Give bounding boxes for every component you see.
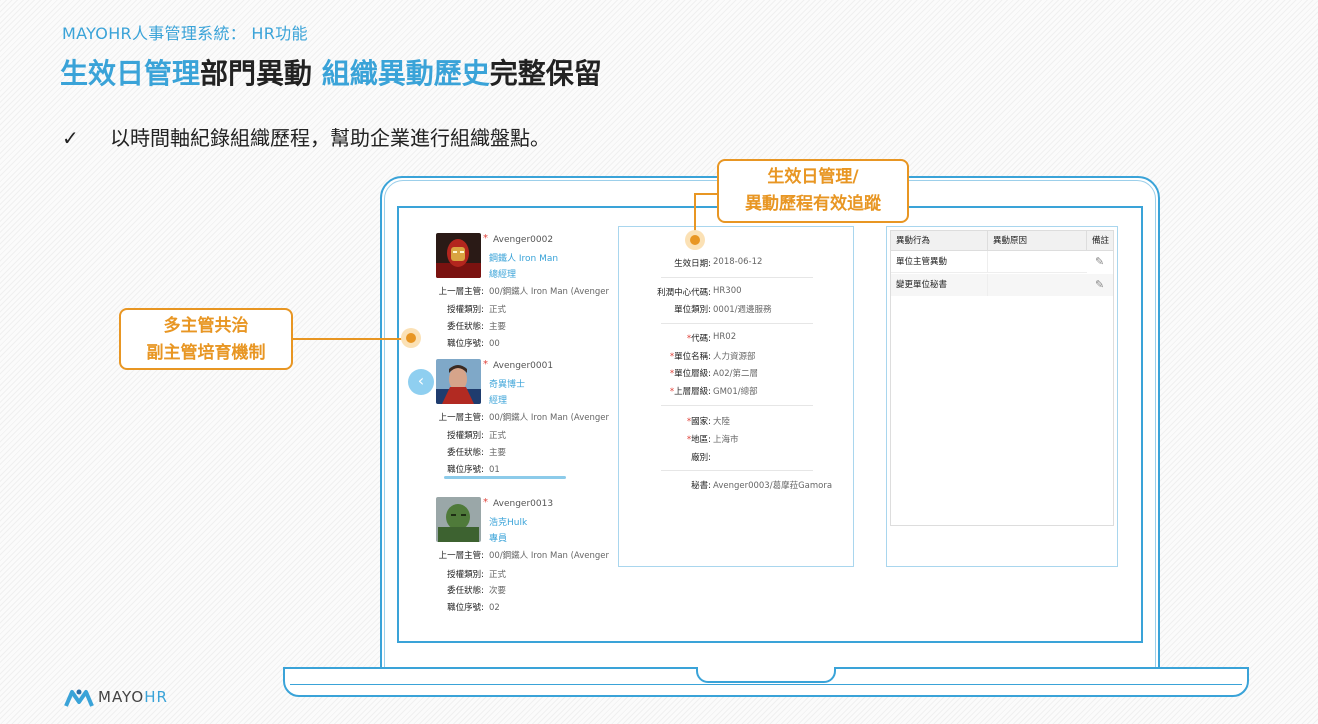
table-row-reason bbox=[988, 251, 1087, 273]
field-position-number: 職位序號: 00 bbox=[447, 339, 500, 349]
required-dot: * bbox=[483, 233, 488, 244]
callout-connector bbox=[694, 193, 718, 195]
divider bbox=[661, 277, 813, 278]
callout-connector bbox=[292, 338, 406, 340]
mayohr-logo: MAYOHR bbox=[64, 686, 184, 708]
employee-title: 經理 bbox=[489, 396, 508, 406]
change-history-table: 異動行為 異動原因 備註 單位主管異動 ✎ 變更單位秘書 ✎ bbox=[890, 230, 1114, 526]
field-auth-type: 授權類別: 正式 bbox=[447, 431, 507, 441]
callout-line: 生效日管理/ bbox=[767, 167, 859, 187]
field-supervisor: 上一層主管: 00/鋼鐵人 Iron Man (Avenger bbox=[438, 287, 610, 297]
logo-icon bbox=[64, 689, 94, 707]
employee-title: 總經理 bbox=[489, 270, 517, 280]
edit-icon[interactable]: ✎ bbox=[1095, 278, 1104, 291]
selected-indicator bbox=[444, 476, 566, 479]
required-dot: * bbox=[483, 359, 488, 370]
field-supervisor: 上一層主管: 00/鋼鐵人 Iron Man (Avenger bbox=[438, 551, 610, 561]
employee-name-link[interactable]: 奇異博士 bbox=[489, 377, 525, 390]
employee-id: Avenger0013 bbox=[493, 499, 554, 509]
divider bbox=[661, 405, 813, 406]
field-appointment-status: 委任狀態: 次要 bbox=[447, 586, 507, 596]
callout-line: 多主管共治 bbox=[163, 316, 249, 336]
edit-icon[interactable]: ✎ bbox=[1095, 255, 1104, 268]
avatar bbox=[436, 359, 481, 404]
check-icon: ✓ bbox=[62, 126, 79, 150]
title-part-1: 生效日管理 bbox=[60, 57, 201, 90]
title-part-2: 部門異動 bbox=[200, 57, 322, 90]
field-appointment-status: 委任狀態: 主要 bbox=[447, 448, 507, 458]
callout-multi-manager: 多主管共治 副主管培育機制 bbox=[119, 308, 293, 370]
callout-line: 副主管培育機制 bbox=[146, 343, 266, 363]
page-subtitle: MAYOHR人事管理系統： HR功能 bbox=[62, 24, 308, 43]
callout-marker-icon bbox=[401, 328, 421, 348]
employee-id: Avenger0001 bbox=[493, 361, 554, 371]
page-title: 生效日管理部門異動 組織異動歷史完整保留 bbox=[60, 52, 602, 92]
column-header-action: 異動行為 bbox=[891, 231, 988, 251]
callout-marker-icon bbox=[685, 230, 705, 250]
column-header-note: 備註 bbox=[1087, 231, 1113, 251]
employee-title: 專員 bbox=[489, 534, 508, 544]
employee-id: Avenger0002 bbox=[493, 235, 554, 245]
field-auth-type: 授權類別: 正式 bbox=[447, 570, 507, 580]
avatar bbox=[436, 497, 481, 542]
table-row-action[interactable]: 單位主管異動 bbox=[891, 251, 988, 273]
field-position-number: 職位序號: 01 bbox=[447, 465, 500, 475]
callout-connector bbox=[694, 193, 696, 233]
bullet-text: 以時間軸紀錄組織歷程，幫助企業進行組織盤點。 bbox=[110, 126, 550, 150]
employee-name-link[interactable]: 浩克Hulk bbox=[489, 515, 527, 528]
org-detail-panel: 生效日期: 2018-06-12 利潤中心代碼: HR300 單位類別: 000… bbox=[618, 226, 854, 567]
callout-effective-date: 生效日管理/ 異動歷程有效追蹤 bbox=[717, 159, 909, 223]
field-appointment-status: 委任狀態: 主要 bbox=[447, 322, 507, 332]
avatar bbox=[436, 233, 481, 278]
field-auth-type: 授權類別: 正式 bbox=[447, 305, 507, 315]
field-position-number: 職位序號: 02 bbox=[447, 603, 500, 613]
laptop-base-line bbox=[290, 684, 1242, 685]
title-part-4: 完整保留 bbox=[489, 57, 602, 90]
logo-text: MAYOHR bbox=[98, 688, 168, 706]
divider bbox=[661, 470, 813, 471]
employee-name-link[interactable]: 鋼鐵人 Iron Man bbox=[489, 251, 558, 264]
required-dot: * bbox=[483, 497, 488, 508]
divider bbox=[661, 323, 813, 324]
prev-arrow-icon[interactable]: ‹ bbox=[408, 369, 434, 395]
table-row-action[interactable]: 變更單位秘書 bbox=[891, 274, 988, 296]
column-header-reason: 異動原因 bbox=[988, 231, 1087, 251]
callout-line: 異動歷程有效追蹤 bbox=[745, 194, 881, 214]
title-part-3: 組織異動歷史 bbox=[321, 57, 490, 90]
laptop-notch bbox=[696, 667, 836, 683]
field-supervisor: 上一層主管: 00/鋼鐵人 Iron Man (Avenger bbox=[438, 413, 610, 423]
bullet-point: ✓ 以時間軸紀錄組織歷程，幫助企業進行組織盤點。 bbox=[62, 122, 550, 151]
